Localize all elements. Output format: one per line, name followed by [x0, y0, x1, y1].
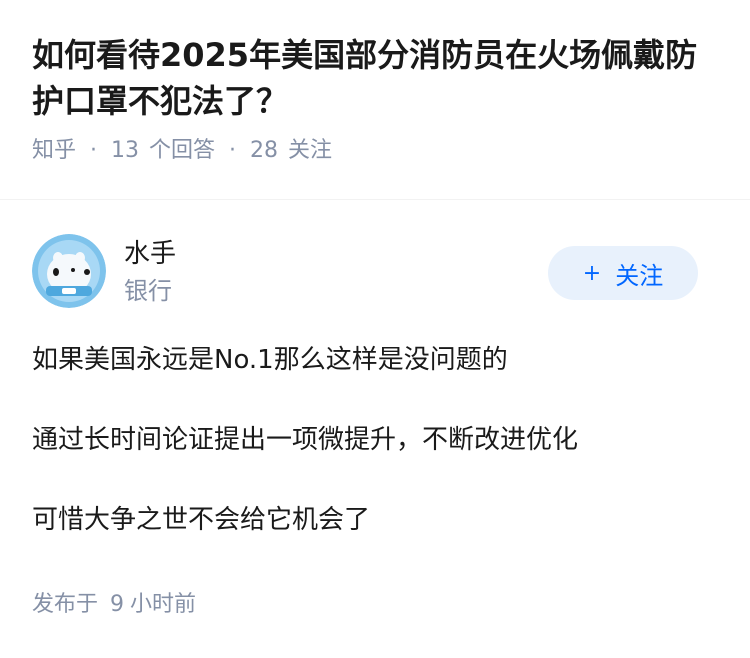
polar-bear-astronaut-icon — [32, 234, 106, 308]
followers-count: 28 — [250, 138, 279, 163]
question-title[interactable]: 如何看待2025年美国部分消防员在火场佩戴防护口罩不犯法了？ — [32, 32, 718, 124]
followers-label: 关注 — [288, 138, 333, 163]
answer-content: 如果美国永远是No.1那么这样是没问题的 通过长时间论证提出一项微提升，不断改进… — [0, 324, 750, 540]
question-meta: 知乎 · 13 个回答 · 28 关注 — [32, 136, 718, 166]
author-tag: 银行 — [124, 277, 172, 305]
author-row: 水手 银行 + 关注 — [0, 200, 750, 324]
answer-paragraph: 如果美国永远是No.1那么这样是没问题的 — [32, 345, 508, 375]
answers-label: 个回答 — [149, 138, 216, 163]
answers-count: 13 — [111, 138, 140, 163]
publish-unit: 小时前 — [130, 592, 197, 617]
follow-button[interactable]: + 关注 — [548, 246, 698, 300]
publish-prefix: 发布于 — [32, 592, 99, 617]
source-label: 知乎 — [32, 138, 77, 163]
answer-page: 如何看待2025年美国部分消防员在火场佩戴防护口罩不犯法了？ 知乎 · 13 个… — [0, 0, 750, 658]
avatar[interactable] — [32, 234, 106, 308]
meta-separator: · — [229, 138, 237, 163]
author-info: 水手 银行 — [124, 236, 176, 324]
author-name[interactable]: 水手 — [124, 236, 176, 272]
answer-paragraph: 可惜大争之世不会给它机会了 — [32, 505, 371, 535]
publish-num: 9 — [110, 592, 125, 617]
publish-time: 发布于 9 小时前 — [32, 588, 196, 622]
answer-paragraph: 通过长时间论证提出一项微提升，不断改进优化 — [32, 425, 579, 455]
question-header[interactable]: 如何看待2025年美国部分消防员在火场佩戴防护口罩不犯法了？ 知乎 · 13 个… — [0, 0, 750, 200]
plus-icon: + — [582, 260, 602, 286]
meta-separator: · — [90, 138, 98, 163]
follow-label: 关注 — [615, 261, 664, 290]
